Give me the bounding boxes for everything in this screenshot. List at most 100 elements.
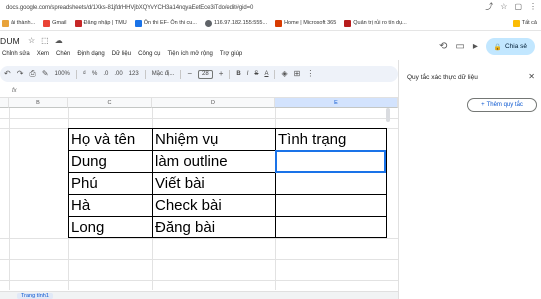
undo-icon[interactable]: ↶: [4, 69, 11, 79]
header-cell[interactable]: Họ và tên: [69, 129, 135, 150]
decrease-decimal-button[interactable]: .0: [103, 71, 108, 77]
divider: [229, 69, 231, 79]
star-icon[interactable]: ☆: [500, 2, 507, 12]
table-border: [68, 216, 387, 217]
divider: [75, 69, 77, 79]
table-border: [68, 194, 387, 195]
move-folder-icon[interactable]: ⬚: [41, 36, 49, 46]
menu-view[interactable]: Xem: [37, 51, 49, 63]
sheet-tab[interactable]: Trang tính1: [17, 293, 53, 299]
number-format-button[interactable]: 123: [129, 71, 139, 77]
bookmark-item[interactable]: Đăng nhập | TMU: [74, 19, 127, 27]
grid-line: [0, 280, 398, 281]
bookmark-favicon: [204, 19, 212, 27]
star-icon[interactable]: ☆: [28, 36, 35, 46]
selected-cell-outline: [275, 150, 386, 173]
menu-format[interactable]: Định dạng: [77, 51, 104, 63]
more-icon[interactable]: ⋮: [529, 2, 537, 12]
grid-line: [0, 118, 398, 119]
redo-icon[interactable]: ↷: [17, 69, 24, 79]
folder-icon: [512, 19, 520, 27]
plus-icon: +: [481, 102, 485, 108]
text-color-button[interactable]: A: [264, 71, 268, 77]
header-actions: ⟲ ▭ ▸ 🔒 Chia sẻ: [439, 38, 541, 55]
share-button[interactable]: 🔒 Chia sẻ: [485, 38, 535, 55]
bookmark-favicon: [2, 19, 9, 27]
share-icon[interactable]: ⤴: [485, 2, 493, 12]
vertical-scrollbar[interactable]: [386, 108, 390, 122]
table-cell[interactable]: Đăng bài: [153, 217, 215, 238]
menu-data[interactable]: Dữ liệu: [112, 51, 131, 63]
divider: [180, 69, 182, 79]
table-cell[interactable]: làm outline: [153, 151, 228, 172]
font-size-input[interactable]: 28: [198, 69, 213, 79]
table-cell[interactable]: Hà: [69, 195, 90, 216]
menu-help[interactable]: Trợ giúp: [220, 51, 242, 63]
extensions-icon[interactable]: ▢: [514, 2, 522, 12]
table-cell[interactable]: Viết bài: [153, 173, 205, 194]
bookmark-favicon: [74, 19, 82, 27]
bookmark-favicon: [275, 19, 283, 27]
bookmark-favicon: [344, 19, 352, 27]
add-rule-button[interactable]: + Thêm quy tắc: [467, 98, 537, 112]
url-text[interactable]: docs.google.com/spreadsheets/d/1Xks-81jf…: [6, 5, 253, 11]
borders-icon[interactable]: ⊞: [294, 69, 301, 79]
menu-extensions[interactable]: Tiện ích mở rộng: [167, 51, 212, 63]
data-validation-panel: Quy tắc xác thực dữ liệu ✕ + Thêm quy tắ…: [398, 60, 541, 299]
fill-color-icon[interactable]: ◈: [281, 69, 287, 79]
spreadsheet-grid[interactable]: B C D E Họ và tên Nhiệm vụ Tình trạng Du…: [0, 98, 398, 290]
cloud-status-icon: ☁: [54, 36, 63, 45]
bookmark-item[interactable]: Quản trị rủi ro tín dụ...: [344, 19, 407, 27]
bookmark-item[interactable]: Gmail: [43, 19, 67, 27]
column-header[interactable]: B: [9, 98, 68, 108]
font-select[interactable]: Mặc đị...: [152, 71, 175, 77]
fx-label: fx: [12, 88, 17, 94]
all-bookmarks[interactable]: Tất cả: [512, 19, 537, 27]
menu-edit[interactable]: Chỉnh sửa: [2, 51, 30, 63]
bookmark-item[interactable]: 116.97.182.155:555...: [204, 19, 267, 27]
italic-button[interactable]: I: [247, 71, 249, 77]
bookmark-item[interactable]: Ôn thi EF- Ôn thi cu...: [134, 19, 197, 27]
column-header[interactable]: D: [152, 98, 275, 108]
corner-header[interactable]: [0, 98, 9, 108]
currency-button[interactable]: ₫: [83, 71, 86, 77]
toolbar: ↶ ↷ ⎙ ✎ 100% ₫ % .0 .00 123 Mặc đị... − …: [0, 66, 398, 82]
divider: [144, 69, 146, 79]
table-cell[interactable]: Long: [69, 217, 104, 238]
panel-title: Quy tắc xác thực dữ liệu: [407, 74, 478, 81]
more-icon[interactable]: ⋮: [306, 69, 314, 79]
column-header[interactable]: C: [68, 98, 152, 108]
meet-icon[interactable]: ▸: [473, 41, 478, 52]
bookmark-item[interactable]: Home | Microsoft 365: [275, 19, 336, 27]
print-icon[interactable]: ⎙: [29, 69, 35, 79]
zoom-select[interactable]: 100%: [55, 71, 70, 77]
bookmarks-bar: ải thành... Gmail Đăng nhập | TMU Ôn thi…: [0, 16, 541, 31]
menu-insert[interactable]: Chèn: [56, 51, 70, 63]
doc-title[interactable]: DUM: [0, 36, 20, 46]
grid-line: [0, 238, 398, 239]
grid-line: [0, 259, 398, 260]
paint-format-icon[interactable]: ✎: [42, 69, 49, 79]
strikethrough-button[interactable]: S: [254, 71, 258, 77]
close-icon[interactable]: ✕: [528, 72, 535, 81]
bold-button[interactable]: B: [236, 71, 240, 77]
column-header-selected[interactable]: E: [275, 98, 398, 108]
minus-icon[interactable]: −: [187, 69, 192, 79]
increase-decimal-button[interactable]: .00: [114, 71, 122, 77]
table-cell[interactable]: Check bài: [153, 195, 222, 216]
bookmark-item[interactable]: ải thành...: [2, 19, 35, 27]
percent-button[interactable]: %: [92, 71, 97, 77]
menu-bar: Chỉnh sửa Xem Chèn Định dạng Dữ liệu Côn…: [0, 51, 242, 63]
browser-address-bar: docs.google.com/spreadsheets/d/1Xks-81jf…: [0, 0, 541, 16]
comment-icon[interactable]: ▭: [455, 41, 464, 52]
table-border: [386, 128, 387, 238]
table-cell[interactable]: Phú: [69, 173, 98, 194]
formula-bar[interactable]: fx: [0, 86, 398, 98]
menu-tools[interactable]: Công cụ: [138, 51, 160, 63]
table-cell[interactable]: Dung: [69, 151, 107, 172]
header-cell[interactable]: Tình trạng: [276, 129, 346, 150]
history-icon[interactable]: ⟲: [439, 41, 447, 52]
header-cell[interactable]: Nhiệm vụ: [153, 129, 218, 150]
plus-icon[interactable]: +: [219, 69, 224, 79]
sheet-tabs-bar: Trang tính1: [0, 291, 398, 299]
